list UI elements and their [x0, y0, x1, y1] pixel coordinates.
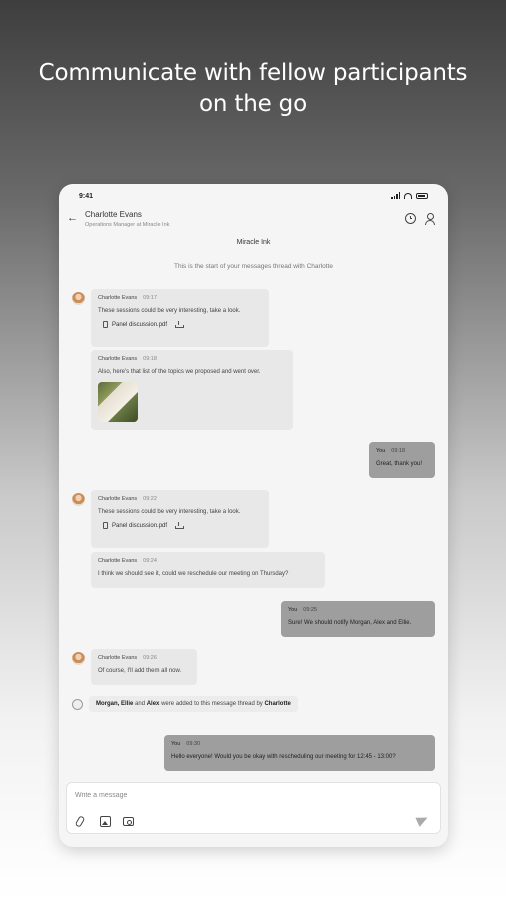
message-time: 09:26	[143, 655, 157, 661]
system-middle: were added to this message thread by	[161, 701, 263, 707]
message-time: 09:18	[391, 448, 406, 454]
message-sender: You	[288, 607, 298, 613]
message-bubble: Charlotte Evans 09:17 These sessions coul…	[91, 289, 269, 347]
message-time: 09:22	[143, 496, 157, 502]
message-sender: Charlotte Evans	[98, 558, 138, 564]
system-message: Morgan, Ellie and Alex were added to thi…	[72, 696, 298, 712]
message-meta: Charlotte Evans 09:18	[98, 356, 286, 362]
message-time: 09:30	[186, 741, 201, 747]
status-time: 9:41	[79, 193, 94, 200]
message-meta: Charlotte Evans 09:24	[98, 558, 318, 564]
system-names: Morgan, Ellie	[96, 701, 134, 707]
download-icon[interactable]	[175, 522, 185, 529]
contact-role: Operations Manager at Miracle Ink	[85, 222, 170, 228]
file-name: Panel discussion.pdf	[112, 321, 168, 328]
message-text: Of course, I'll add them all now.	[98, 668, 182, 674]
message-sender: You	[376, 448, 386, 454]
contact-name[interactable]: Charlotte Evans	[85, 210, 142, 219]
message-sender: Charlotte Evans	[98, 356, 138, 362]
message-bubble: Charlotte Evans 09:18 Also, here's that l…	[91, 350, 293, 430]
system-and: and	[135, 701, 146, 707]
paperclip-icon[interactable]	[74, 815, 86, 828]
headline: Communicate with fellow participants on …	[0, 58, 506, 120]
message-text: These sessions could be very interesting…	[98, 509, 241, 515]
system-actor: Charlotte	[264, 701, 291, 707]
document-icon	[103, 321, 108, 328]
message-text: Hello everyone! Would you be okay with r…	[171, 754, 396, 760]
signal-icon	[391, 192, 400, 199]
message-time: 09:17	[143, 295, 157, 301]
status-icons	[391, 192, 428, 199]
message-sender: Charlotte Evans	[98, 496, 138, 502]
message-composer	[66, 782, 441, 834]
message-sender: Charlotte Evans	[98, 655, 138, 661]
avatar[interactable]	[72, 292, 85, 305]
message-meta: Charlotte Evans 09:22	[98, 496, 262, 502]
system-message-text: Morgan, Ellie and Alex were added to thi…	[89, 696, 298, 712]
document-icon	[103, 522, 108, 529]
avatar[interactable]	[72, 652, 85, 665]
message-meta: You 09:25	[288, 607, 428, 613]
message-text: Also, here's that list of the topics we …	[98, 369, 261, 375]
headline-line-1: Communicate with fellow participants	[38, 60, 468, 86]
headline-line-2: on the go	[199, 91, 307, 117]
image-icon[interactable]	[100, 816, 111, 827]
message-input[interactable]	[75, 789, 375, 801]
avatar[interactable]	[72, 493, 85, 506]
image-attachment[interactable]	[98, 382, 138, 422]
camera-icon[interactable]	[123, 817, 134, 826]
download-icon[interactable]	[175, 321, 185, 328]
clock-icon[interactable]	[405, 213, 416, 224]
message-meta: Charlotte Evans 09:26	[98, 655, 190, 661]
message-time: 09:18	[143, 356, 157, 362]
my-message-bubble: You 09:25 Sure! We should notify Morgan, …	[281, 601, 435, 637]
message-meta: Charlotte Evans 09:17	[98, 295, 262, 301]
file-attachment[interactable]: Panel discussion.pdf	[103, 522, 262, 529]
phone-screen: 9:41 ← Charlotte Evans Operations Manage…	[59, 184, 448, 847]
message-text: Sure! We should notify Morgan, Alex and …	[288, 620, 412, 626]
thread-title: Miracle Ink	[236, 239, 271, 246]
send-icon[interactable]	[415, 813, 430, 827]
file-attachment[interactable]: Panel discussion.pdf	[103, 321, 262, 328]
chat-header: ← Charlotte Evans Operations Manager at …	[59, 208, 448, 234]
battery-icon	[416, 192, 428, 199]
message-text: Great, thank you!	[376, 461, 423, 467]
info-icon	[72, 698, 83, 710]
thread-start-text: This is the start of your messages threa…	[174, 263, 333, 270]
message-bubble: Charlotte Evans 09:26 Of course, I'll add…	[91, 649, 197, 685]
my-message-bubble: You 09:18 Great, thank you!	[369, 442, 435, 478]
file-name: Panel discussion.pdf	[112, 522, 168, 529]
message-bubble: Charlotte Evans 09:24 I think we should s…	[91, 552, 325, 588]
message-bubble: Charlotte Evans 09:22 These sessions coul…	[91, 490, 269, 548]
message-meta: You 09:30	[171, 741, 428, 747]
my-message-bubble: You 09:30 Hello everyone! Would you be ok…	[164, 735, 435, 771]
message-sender: Charlotte Evans	[98, 295, 138, 301]
message-text: I think we should see it, could we resch…	[98, 571, 289, 577]
message-time: 09:24	[143, 558, 157, 564]
message-time: 09:25	[303, 607, 318, 613]
message-text: These sessions could be very interesting…	[98, 308, 241, 314]
message-meta: You 09:18	[376, 448, 428, 454]
wifi-icon	[404, 192, 412, 199]
person-icon[interactable]	[425, 213, 436, 225]
system-name-last: Alex	[146, 701, 160, 707]
status-bar: 9:41	[59, 192, 448, 204]
message-sender: You	[171, 741, 181, 747]
arrow-left-icon[interactable]: ←	[67, 212, 78, 224]
